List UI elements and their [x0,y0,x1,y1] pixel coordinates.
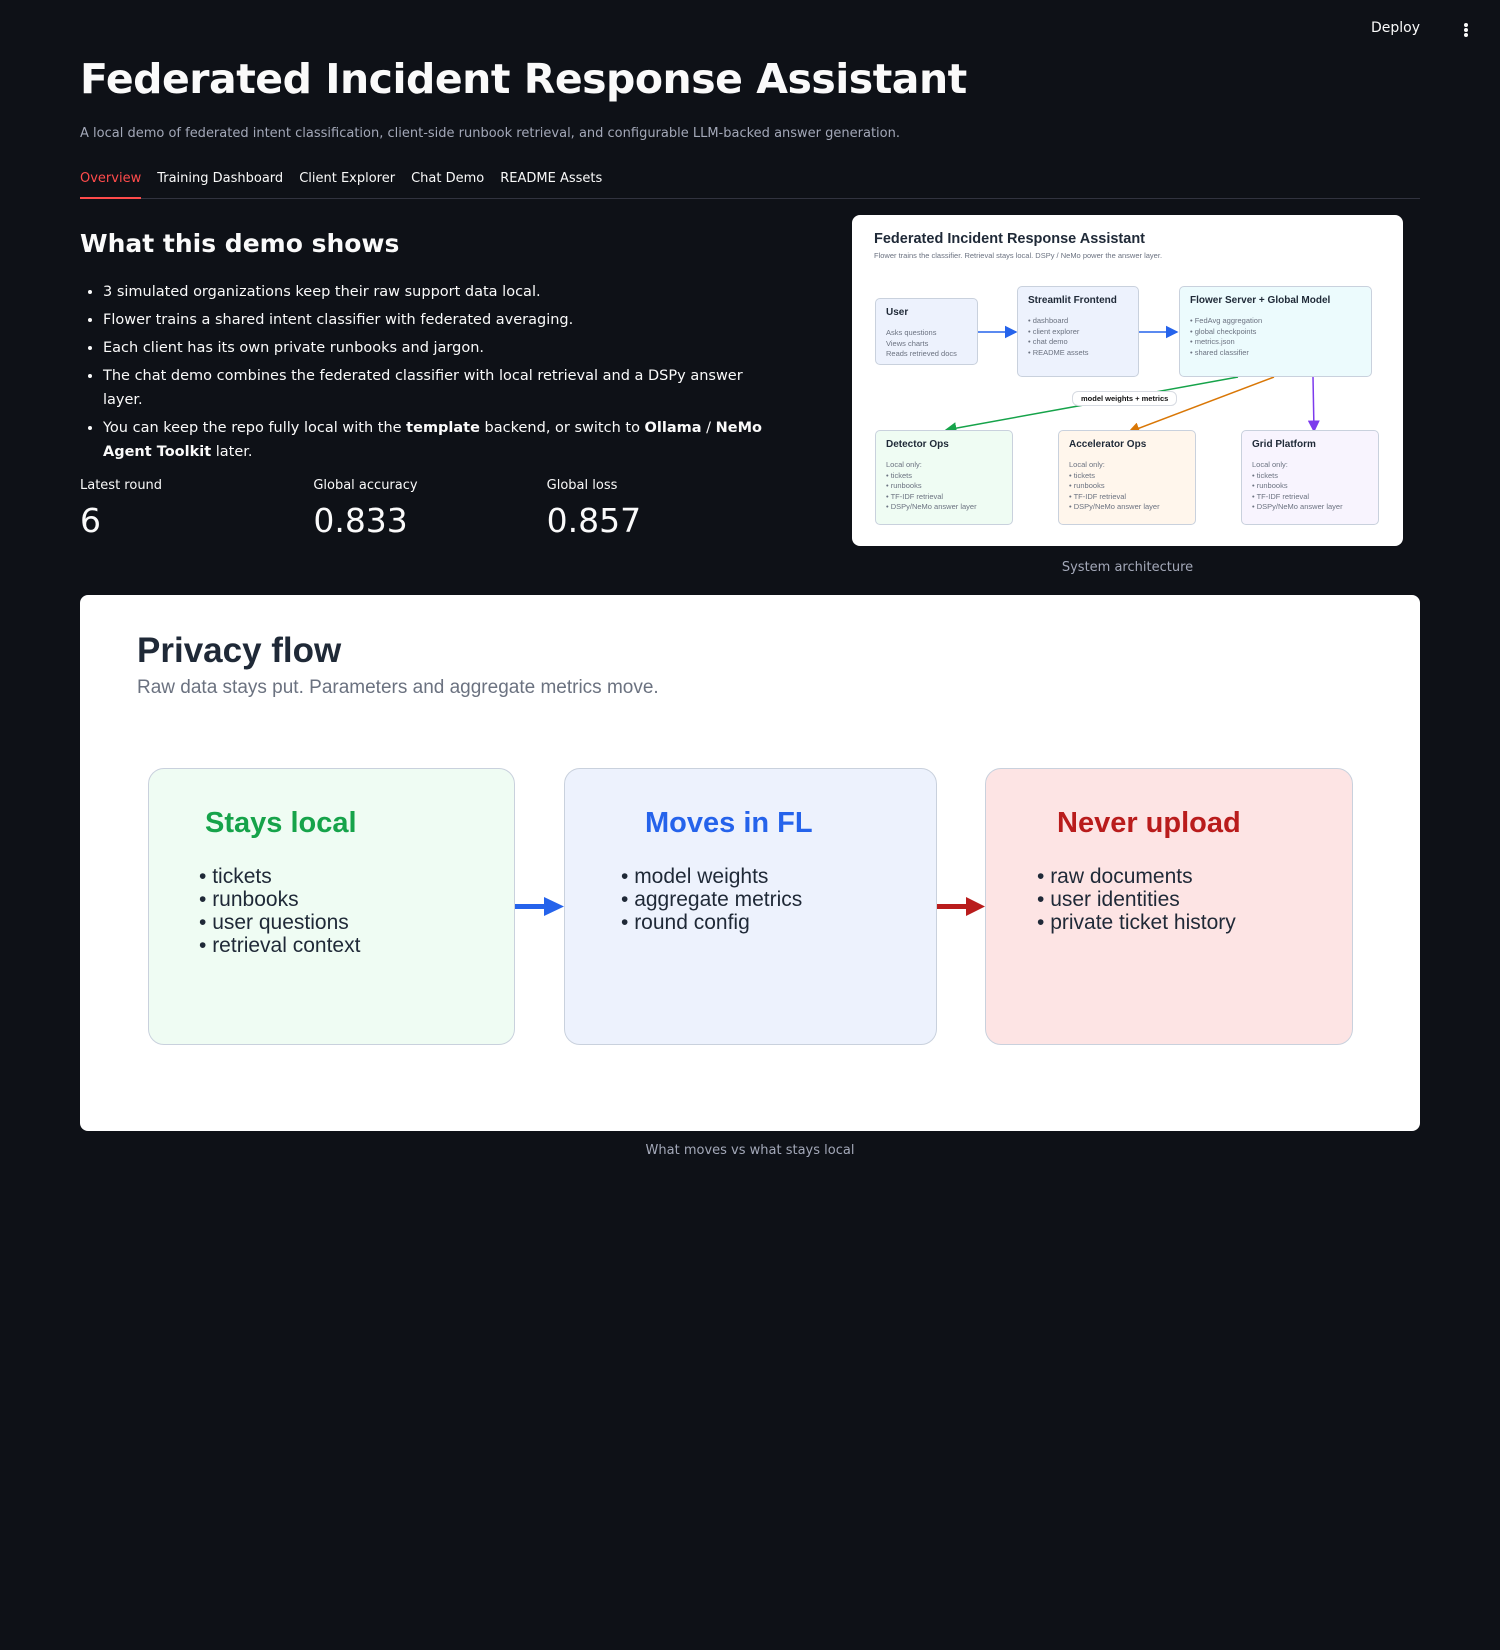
diagram-title: Federated Incident Response Assistant [874,231,1146,248]
node-lines: Local only: • tickets • runbooks • TF-ID… [1252,460,1343,512]
node-title: User [886,307,909,319]
arrow-local-to-fl [515,897,564,917]
list-item: The chat demo combines the federated cla… [103,364,780,412]
metric-latest-round: Latest round 6 [80,478,313,540]
more-vertical-icon[interactable] [1456,20,1476,40]
metric-global-loss: Global loss 0.857 [547,478,780,540]
architecture-column: Federated Incident Response Assistant Fl… [852,215,1403,575]
architecture-diagram: Federated Incident Response Assistant Fl… [852,215,1403,547]
section-heading: What this demo shows [80,229,400,259]
node-accelerator-ops: Accelerator Ops Local only: • tickets • … [1058,430,1196,526]
list-item: Flower trains a shared intent classifier… [103,308,780,332]
node-grid-platform: Grid Platform Local only: • tickets • ru… [1241,430,1379,526]
diagram-subtitle: Flower trains the classifier. Retrieval … [874,251,1163,261]
bold-ollama: Ollama [644,420,702,437]
metrics-row: Latest round 6 Global accuracy 0.833 Glo… [80,478,780,540]
text-fragment: later. [211,444,253,461]
tab-training-dashboard[interactable]: Training Dashboard [157,171,283,199]
metric-label: Global loss [546,478,618,494]
tab-readme-assets[interactable]: README Assets [500,171,602,199]
tab-overview[interactable]: Overview [80,171,142,200]
text-fragment: backend, or switch to [479,420,645,437]
edge-label: model weights + metrics [1072,391,1178,407]
node-detector-ops: Detector Ops Local only: • tickets • run… [875,430,1013,526]
tab-bar: Overview Training Dashboard Client Explo… [80,171,1420,200]
page-subtitle: A local demo of federated intent classif… [80,126,900,142]
text-fragment: You can keep the repo fully local with t… [103,420,407,437]
page-title: Federated Incident Response Assistant [80,55,967,103]
node-title: Streamlit Frontend [1028,295,1117,307]
node-streamlit-frontend: Streamlit Frontend • dashboard • client … [1017,286,1139,378]
metric-label: Latest round [80,478,163,494]
node-title: Accelerator Ops [1069,439,1147,451]
metric-value: 0.857 [546,501,642,541]
node-lines: Local only: • tickets • runbooks • TF-ID… [1069,460,1160,512]
metric-label: Global accuracy [313,478,418,494]
tab-client-explorer[interactable]: Client Explorer [299,171,395,199]
overview-panel: What this demo shows 3 simulated organiz… [80,215,1420,575]
list-item: 3 simulated organizations keep their raw… [103,280,780,304]
node-user: User Asks questions Views charts Reads r… [875,298,978,366]
arrow-fl-to-never [937,897,985,917]
node-title: Grid Platform [1252,439,1316,451]
arrow-server-to-grid [1307,377,1320,433]
feature-list: 3 simulated organizations keep their raw… [80,280,780,464]
text-fragment: / [701,420,716,437]
node-lines: • FedAvg aggregation • global checkpoint… [1190,316,1263,357]
privacy-arrows [515,897,985,917]
node-flower-server: Flower Server + Global Model • FedAvg ag… [1179,286,1372,378]
tab-chat-demo[interactable]: Chat Demo [411,171,484,199]
node-lines: Asks questions Views charts Reads retrie… [886,328,957,359]
node-title: Flower Server + Global Model [1190,295,1331,307]
top-bar: Deploy [0,0,1500,60]
privacy-flow-diagram: Privacy flow Raw data stays put. Paramet… [80,595,1420,1132]
main-content: Federated Incident Response Assistant A … [80,55,1420,1158]
privacy-caption: What moves vs what stays local [645,1143,855,1159]
list-item: You can keep the repo fully local with t… [103,416,780,464]
metric-value: 6 [80,501,101,541]
deploy-button[interactable]: Deploy [1371,20,1420,36]
node-lines: Local only: • tickets • runbooks • TF-ID… [886,460,977,512]
list-item: Each client has its own private runbooks… [103,336,780,360]
architecture-caption: System architecture [1061,560,1194,576]
node-title: Detector Ops [886,439,949,451]
bold-template: template [406,420,480,437]
node-lines: • dashboard • client explorer • chat dem… [1028,316,1089,357]
overview-text-column: What this demo shows 3 simulated organiz… [80,215,780,575]
metric-value: 0.833 [313,501,408,541]
metric-global-accuracy: Global accuracy 0.833 [313,478,546,540]
